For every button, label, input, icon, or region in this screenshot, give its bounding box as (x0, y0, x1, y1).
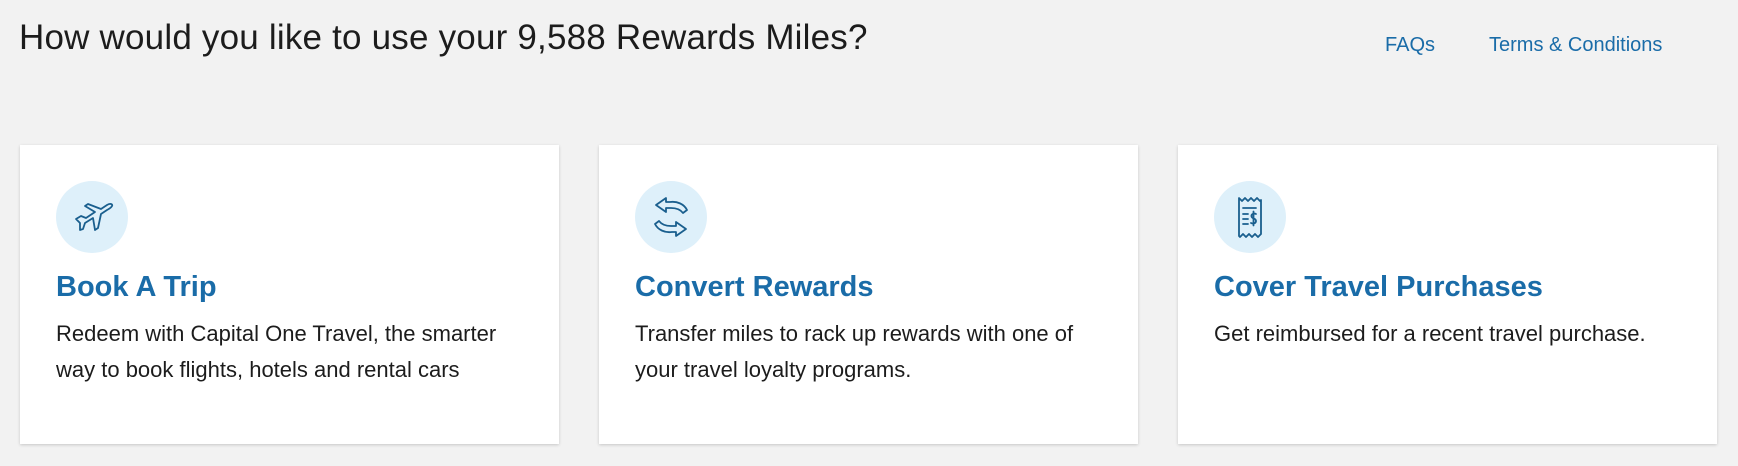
card-description: Transfer miles to rack up rewards with o… (635, 321, 1074, 382)
card-description: Redeem with Capital One Travel, the smar… (56, 321, 497, 382)
redemption-options: Book A Trip Redeem with Capital One Trav… (20, 145, 1717, 444)
book-a-trip-card[interactable]: Book A Trip Redeem with Capital One Trav… (20, 145, 559, 444)
card-title: Book A Trip (56, 271, 217, 303)
convert-rewards-card[interactable]: Convert Rewards Transfer miles to rack u… (599, 145, 1138, 444)
receipt-icon (1214, 181, 1286, 253)
card-description: Get reimbursed for a recent travel purch… (1214, 321, 1646, 346)
transfer-arrows-icon (635, 181, 707, 253)
card-title: Cover Travel Purchases (1214, 271, 1543, 303)
cover-travel-purchases-card[interactable]: Cover Travel Purchases Get reimbursed fo… (1178, 145, 1717, 444)
header-links: FAQs Terms & Conditions (1385, 34, 1662, 57)
airplane-icon (56, 181, 128, 253)
faqs-link[interactable]: FAQs (1385, 34, 1435, 57)
page-header: How would you like to use your 9,588 Rew… (0, 0, 1738, 100)
page-title: How would you like to use your 9,588 Rew… (19, 18, 868, 57)
card-title: Convert Rewards (635, 271, 874, 303)
terms-conditions-link[interactable]: Terms & Conditions (1489, 34, 1662, 57)
